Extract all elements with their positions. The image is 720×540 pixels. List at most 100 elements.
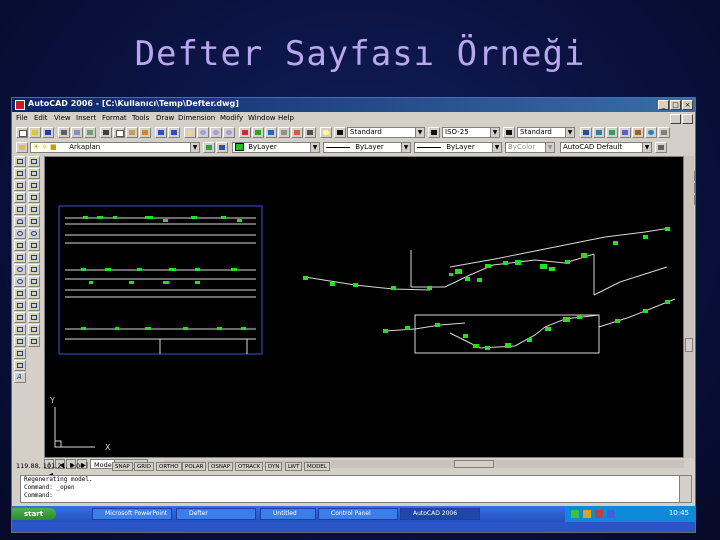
layer-previous-icon[interactable] <box>216 142 228 153</box>
chamfer-icon[interactable] <box>28 312 40 323</box>
menu-format[interactable]: Format <box>102 114 127 122</box>
array-icon[interactable] <box>28 204 40 215</box>
linetype-select[interactable]: ByLayer ▼ <box>323 142 411 153</box>
menu-draw[interactable]: Draw <box>156 114 174 122</box>
plotstyle-select[interactable]: ByColor ▼ <box>505 142 555 153</box>
shade-icon[interactable] <box>658 127 670 138</box>
revision-cloud-icon[interactable] <box>14 240 26 251</box>
doc-restore-button[interactable] <box>670 114 681 124</box>
status-otrack-button[interactable]: OTRACK <box>235 462 264 471</box>
trim-icon[interactable] <box>28 264 40 275</box>
make-block-icon[interactable] <box>14 300 26 311</box>
erase-icon[interactable] <box>28 156 40 167</box>
stretch-icon[interactable] <box>28 252 40 263</box>
menu-tools[interactable]: Tools <box>132 114 149 122</box>
menu-dimension[interactable]: Dimension <box>178 114 215 122</box>
extend-icon[interactable] <box>28 276 40 287</box>
break-icon[interactable] <box>28 288 40 299</box>
task-defter[interactable]: Defter <box>176 508 256 520</box>
table-style-select[interactable]: Standard ▼ <box>517 127 575 138</box>
menu-window[interactable]: Window <box>248 114 276 122</box>
status-osnap-button[interactable]: OSNAP <box>208 462 234 471</box>
menu-edit[interactable]: Edit <box>34 114 48 122</box>
move-icon[interactable] <box>28 216 40 227</box>
render-icon[interactable] <box>580 127 592 138</box>
arc-icon[interactable] <box>14 216 26 227</box>
make-current-layer-icon[interactable] <box>203 142 215 153</box>
menu-insert[interactable]: Insert <box>76 114 96 122</box>
quickcalc-icon[interactable] <box>304 127 316 138</box>
polygon-icon[interactable] <box>14 192 26 203</box>
layer-tools-icon[interactable] <box>606 127 618 138</box>
preview-icon[interactable] <box>71 127 83 138</box>
task-autocad[interactable]: AutoCAD 2006 <box>400 508 480 520</box>
table-icon[interactable] <box>14 360 26 371</box>
circle-icon[interactable] <box>14 228 26 239</box>
drawing-canvas[interactable]: Y X <box>44 156 684 458</box>
vertical-scrollbar[interactable] <box>684 156 694 458</box>
task-untitled[interactable]: Untitled <box>260 508 316 520</box>
update-icon[interactable] <box>607 510 615 518</box>
offset-icon[interactable] <box>28 192 40 203</box>
construction-line-icon[interactable] <box>14 168 26 179</box>
command-prompt[interactable]: Command: <box>21 492 691 500</box>
workspace-settings-icon[interactable] <box>655 142 667 153</box>
scroll-thumb[interactable] <box>454 460 494 468</box>
design-center-icon[interactable] <box>252 127 264 138</box>
view-icon[interactable] <box>619 127 631 138</box>
command-scrollbar[interactable] <box>679 476 691 502</box>
layer-properties-icon[interactable] <box>16 142 28 153</box>
zoom-previous-icon[interactable] <box>223 127 235 138</box>
redo-icon[interactable] <box>168 127 180 138</box>
help-icon[interactable] <box>320 127 332 138</box>
match-properties-icon[interactable] <box>139 127 151 138</box>
dim-style-select[interactable]: ISO-25 ▼ <box>442 127 500 138</box>
spline-icon[interactable] <box>14 252 26 263</box>
lineweight-select[interactable]: ByLayer ▼ <box>414 142 502 153</box>
insert-block-icon[interactable] <box>14 288 26 299</box>
command-window[interactable]: Regenerating model. Command: _open Comma… <box>20 475 692 503</box>
hatch-icon[interactable] <box>14 324 26 335</box>
zoom-realtime-icon[interactable] <box>197 127 209 138</box>
new-icon[interactable] <box>16 127 28 138</box>
close-button[interactable]: × <box>682 100 693 110</box>
line-icon[interactable] <box>14 156 26 167</box>
copy-object-icon[interactable] <box>28 168 40 179</box>
tool-palettes-icon[interactable] <box>265 127 277 138</box>
properties-icon[interactable] <box>239 127 251 138</box>
status-dyn-button[interactable]: DYN <box>265 462 283 471</box>
copy-icon[interactable] <box>113 127 125 138</box>
menu-file[interactable]: File <box>16 114 28 122</box>
maximize-button[interactable]: □ <box>670 100 681 110</box>
layer-select[interactable]: ☀ ☼ ■ Arkaplan ▼ <box>30 142 200 153</box>
pan-icon[interactable] <box>184 127 196 138</box>
volume-icon[interactable] <box>583 510 591 518</box>
network-icon[interactable] <box>571 510 579 518</box>
gradient-icon[interactable] <box>14 336 26 347</box>
status-lwt-button[interactable]: LWT <box>285 462 303 471</box>
cut-icon[interactable] <box>100 127 112 138</box>
task-control-panel[interactable]: Control Panel <box>318 508 398 520</box>
sheet-set-icon[interactable] <box>278 127 290 138</box>
title-bar[interactable]: AutoCAD 2006 - [C:\Kullanıcı\Temp\Defter… <box>12 98 695 112</box>
scale-icon[interactable] <box>28 240 40 251</box>
ellipse-icon[interactable] <box>14 264 26 275</box>
plot-icon[interactable] <box>58 127 70 138</box>
status-model-button[interactable]: MODEL <box>304 462 330 471</box>
join-icon[interactable] <box>28 300 40 311</box>
status-ortho-button[interactable]: ORTHO <box>156 462 182 471</box>
region-icon[interactable] <box>14 348 26 359</box>
ellipse-arc-icon[interactable] <box>14 276 26 287</box>
start-button[interactable]: start <box>12 508 56 520</box>
security-icon[interactable] <box>595 510 603 518</box>
text-style-select[interactable]: Standard ▼ <box>347 127 425 138</box>
fillet-icon[interactable] <box>28 324 40 335</box>
save-icon[interactable] <box>42 127 54 138</box>
zoom-window-icon[interactable] <box>210 127 222 138</box>
rotate-icon[interactable] <box>28 228 40 239</box>
orbit-icon[interactable] <box>645 127 657 138</box>
minimize-button[interactable]: _ <box>658 100 669 110</box>
rectangle-icon[interactable] <box>14 204 26 215</box>
status-snap-button[interactable]: SNAP <box>112 462 133 471</box>
scroll-thumb[interactable] <box>685 338 693 352</box>
